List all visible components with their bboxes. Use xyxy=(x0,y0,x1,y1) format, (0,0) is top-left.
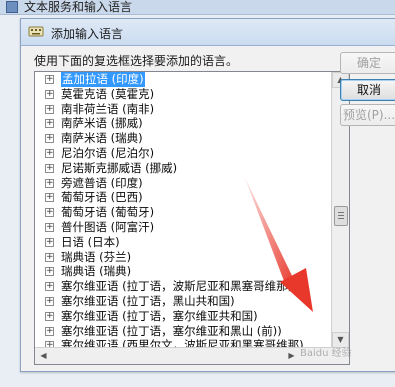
expand-icon[interactable]: + xyxy=(45,119,54,129)
language-label: 普什图语 (阿富汗) xyxy=(61,219,155,234)
add-input-language-dialog: 添加输入语言 使用下面的复选框选择要添加的语言。 + 孟加拉语 (印度) + 莫霍克语… xyxy=(20,18,395,372)
language-tree-item[interactable]: + 尼诺斯克挪威语 (挪威) xyxy=(35,161,317,176)
cancel-button[interactable]: 取消 xyxy=(340,79,395,101)
expand-icon[interactable]: + xyxy=(45,237,54,247)
expand-icon[interactable]: + xyxy=(45,326,54,336)
expand-icon[interactable]: + xyxy=(45,267,54,277)
language-label: 莫霍克语 (莫霍克) xyxy=(61,86,155,101)
language-list: + 孟加拉语 (印度) + 莫霍克语 (莫霍克) + 南非荷兰语 (南非) + 南萨米语 (挪… xyxy=(35,72,317,353)
language-tree-item[interactable]: + 旁遮普语 (印度) xyxy=(35,176,317,191)
expand-icon[interactable]: + xyxy=(45,193,54,203)
ok-button[interactable]: 确定 xyxy=(340,52,395,74)
scroll-thumb[interactable] xyxy=(334,206,348,226)
language-tree-item[interactable]: + 南非荷兰语 (南非) xyxy=(35,102,317,117)
language-label: 葡萄牙语 (巴西) xyxy=(61,190,143,205)
language-label: 日语 (日本) xyxy=(61,234,120,249)
language-label: 瑞典语 (瑞典) xyxy=(61,264,132,279)
expand-icon[interactable]: + xyxy=(45,208,54,218)
expand-icon[interactable]: + xyxy=(45,282,54,292)
background-window-title: 文本服务和输入语言 xyxy=(24,0,133,14)
language-label: 南萨米语 (瑞典) xyxy=(61,131,143,146)
expand-icon[interactable]: + xyxy=(45,163,54,173)
expand-icon[interactable]: + xyxy=(45,252,54,262)
language-tree-item[interactable]: + 葡萄牙语 (葡萄牙) xyxy=(35,205,317,220)
scroll-left-button[interactable]: ◀ xyxy=(35,348,52,364)
preview-button[interactable]: 预览(P)... xyxy=(340,104,395,126)
scroll-right-button[interactable]: ▶ xyxy=(283,348,300,364)
window-icon xyxy=(6,1,18,13)
language-tree-item[interactable]: + 塞尔维亚语 (拉丁语，黑山共和国) xyxy=(35,294,317,309)
language-tree-item[interactable]: + 莫霍克语 (莫霍克) xyxy=(35,87,317,102)
language-tree-item[interactable]: + 塞尔维亚语 (拉丁语，波斯尼亚和黑塞哥维那) xyxy=(35,279,317,294)
language-tree-item[interactable]: + 尼泊尔语 (尼泊尔) xyxy=(35,146,317,161)
language-tree-item[interactable]: + 瑞典语 (芬兰) xyxy=(35,250,317,265)
expand-icon[interactable]: + xyxy=(45,178,54,188)
language-label: 南萨米语 (挪威) xyxy=(61,116,143,131)
language-tree-item[interactable]: + 孟加拉语 (印度) xyxy=(35,72,317,87)
dialog-title: 添加输入语言 xyxy=(51,27,124,41)
expand-icon[interactable]: + xyxy=(45,148,54,158)
language-label: 塞尔维亚语 (拉丁语，塞尔维亚和黑山 (前)) xyxy=(61,323,282,338)
language-tree-item[interactable]: + 塞尔维亚语 (拉丁语，塞尔维亚和黑山 (前)) xyxy=(35,324,317,339)
expand-icon[interactable]: + xyxy=(45,222,54,232)
instruction-text: 使用下面的复选框选择要添加的语言。 xyxy=(34,54,239,68)
language-label: 塞尔维亚语 (拉丁语，黑山共和国) xyxy=(61,293,235,308)
expand-icon[interactable]: + xyxy=(45,89,54,99)
language-label: 塞尔维亚语 (拉丁语，波斯尼亚和黑塞哥维那) xyxy=(61,279,293,294)
language-label: 旁遮普语 (印度) xyxy=(61,175,143,190)
language-label: 尼诺斯克挪威语 (挪威) xyxy=(61,160,178,175)
language-tree-item[interactable]: + 南萨米语 (瑞典) xyxy=(35,131,317,146)
language-tree-item[interactable]: + 葡萄牙语 (巴西) xyxy=(35,190,317,205)
language-tree-item[interactable]: + 南萨米语 (挪威) xyxy=(35,116,317,131)
language-tree-item[interactable]: + 普什图语 (阿富汗) xyxy=(35,220,317,235)
watermark: Baidu 经验 xyxy=(300,348,352,359)
language-label: 瑞典语 (芬兰) xyxy=(61,249,132,264)
language-label: 孟加拉语 (印度) xyxy=(61,72,145,87)
language-tree-item[interactable]: + 日语 (日本) xyxy=(35,235,317,250)
language-tree-list[interactable]: + 孟加拉语 (印度) + 莫霍克语 (莫霍克) + 南非荷兰语 (南非) + 南萨米语 (挪… xyxy=(34,71,350,365)
background-window-titlebar: 文本服务和输入语言 xyxy=(0,0,395,15)
language-tree-item[interactable]: + 瑞典语 (瑞典) xyxy=(35,264,317,279)
expand-icon[interactable]: + xyxy=(45,104,54,114)
language-label: 塞尔维亚语 (拉丁语，塞尔维亚共和国) xyxy=(61,308,258,323)
expand-icon[interactable]: + xyxy=(45,134,54,144)
language-label: 尼泊尔语 (尼泊尔) xyxy=(61,145,155,160)
dialog-titlebar: 添加输入语言 xyxy=(21,19,395,46)
keyboard-icon xyxy=(28,26,44,37)
language-tree-item[interactable]: + 塞尔维亚语 (拉丁语，塞尔维亚共和国) xyxy=(35,309,317,324)
expand-icon[interactable]: + xyxy=(45,311,54,321)
language-label: 南非荷兰语 (南非) xyxy=(61,101,155,116)
language-label: 葡萄牙语 (葡萄牙) xyxy=(61,205,155,220)
expand-icon[interactable]: + xyxy=(45,75,54,84)
expand-icon[interactable]: + xyxy=(45,296,54,306)
